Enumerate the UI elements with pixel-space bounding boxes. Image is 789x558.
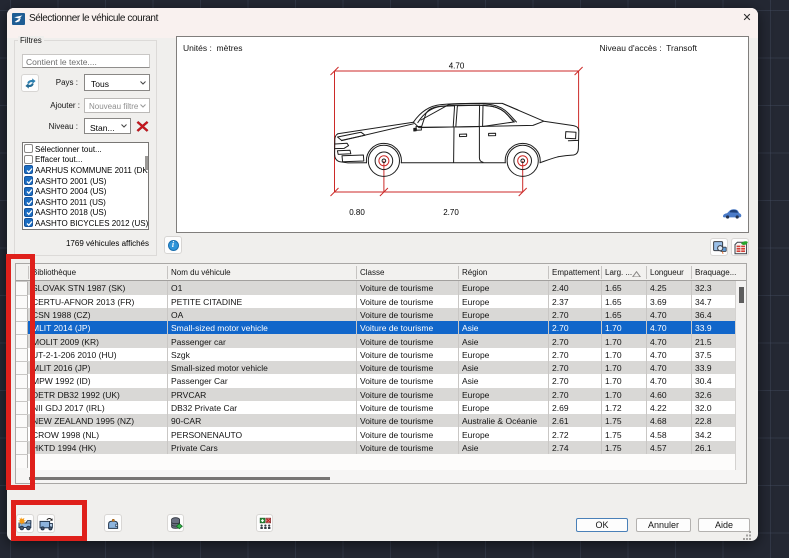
- svg-text:0.80: 0.80: [349, 208, 365, 217]
- svg-text:2.70: 2.70: [443, 208, 459, 217]
- svg-text:4.70: 4.70: [449, 62, 465, 71]
